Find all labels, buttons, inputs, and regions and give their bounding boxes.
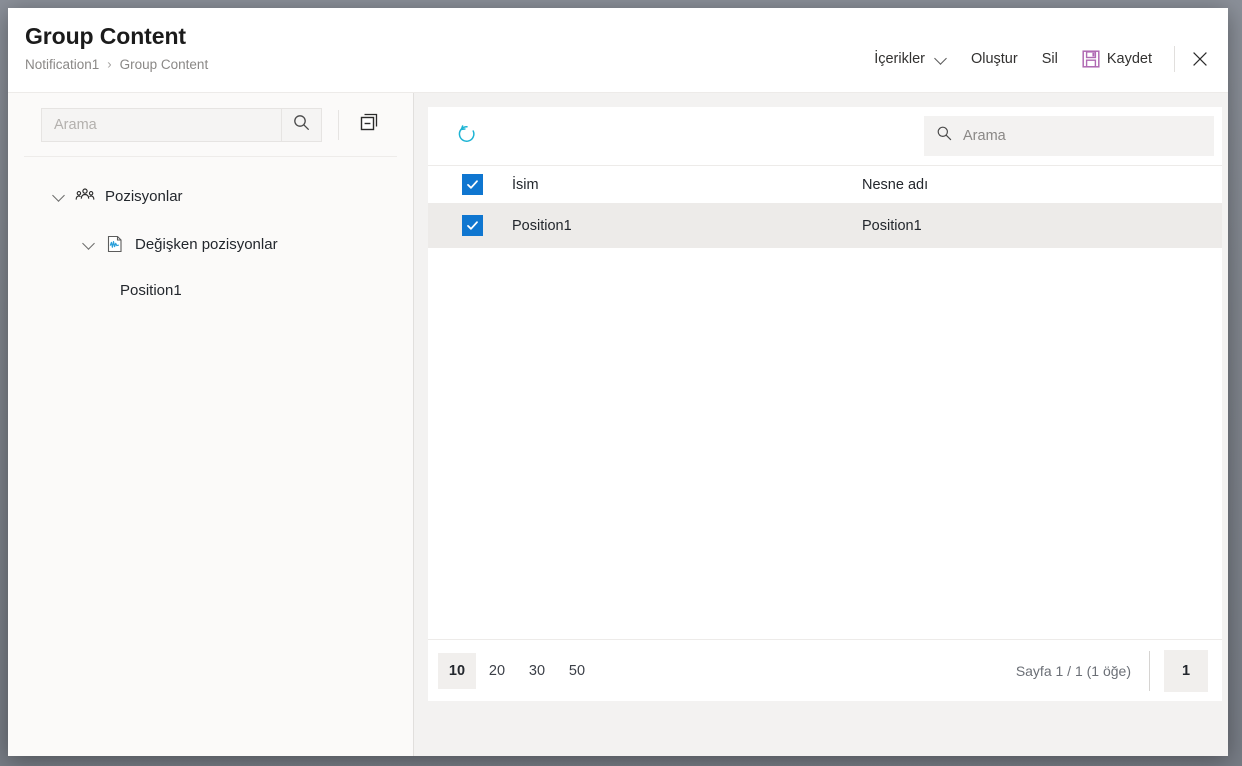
table-empty-space	[428, 248, 1222, 640]
search-icon	[936, 125, 953, 147]
grid-search[interactable]	[924, 116, 1214, 156]
page-size-selector: 10 20 30 50	[438, 653, 596, 689]
sidebar-search-input[interactable]	[42, 109, 281, 141]
select-all-checkbox[interactable]	[462, 174, 483, 195]
chevron-down-icon[interactable]	[50, 187, 68, 205]
sidebar-toolbar-divider	[338, 110, 339, 140]
close-button[interactable]	[1179, 42, 1221, 76]
grid-footer: 10 20 30 50 Sayfa 1 / 1 (1 öğe) 1	[428, 639, 1222, 701]
collapse-all-icon	[358, 111, 380, 138]
sidebar-search-button[interactable]	[281, 109, 321, 141]
page-info-label: Sayfa 1 / 1 (1 öğe)	[1016, 663, 1131, 679]
current-page-button[interactable]: 1	[1164, 650, 1208, 692]
grid-search-input[interactable]	[963, 128, 1202, 144]
dialog-body: Pozisyonlar Değişken pozisyonlar Posit	[8, 92, 1228, 756]
chevron-down-icon	[935, 53, 947, 65]
header-divider	[1174, 46, 1175, 72]
column-header-name[interactable]: İsim	[512, 166, 862, 204]
sidebar-panel: Pozisyonlar Değişken pozisyonlar Posit	[8, 93, 414, 756]
breadcrumb-parent[interactable]: Notification1	[25, 56, 99, 74]
page-size-30[interactable]: 30	[518, 653, 556, 689]
search-icon	[293, 114, 310, 136]
dialog-header: Group Content Notification1 › Group Cont…	[8, 8, 1228, 92]
content-table: İsim Nesne adı	[428, 165, 1222, 248]
collapse-all-button[interactable]	[355, 111, 383, 139]
select-all-cell	[428, 166, 512, 204]
chevron-down-icon[interactable]	[80, 235, 98, 253]
page-size-20[interactable]: 20	[478, 653, 516, 689]
main-panel: İsim Nesne adı	[414, 93, 1228, 756]
grid-toolbar	[428, 107, 1222, 165]
contents-menu-button[interactable]: İçerikler	[862, 46, 959, 72]
page-size-10[interactable]: 10	[438, 653, 476, 689]
tree-item-position1[interactable]: Position1	[8, 273, 413, 307]
create-button[interactable]: Oluştur	[959, 46, 1030, 72]
footer-divider	[1149, 651, 1150, 691]
breadcrumb-separator-icon: ›	[107, 56, 111, 74]
position-tree: Pozisyonlar Değişken pozisyonlar Posit	[8, 157, 413, 756]
refresh-icon	[456, 123, 478, 150]
tree-item-degisken-pozisyonlar[interactable]: Değişken pozisyonlar	[8, 227, 413, 261]
tree-item-label: Değişken pozisyonlar	[135, 236, 278, 253]
waveform-document-icon	[105, 234, 125, 254]
table-body: Position1 Position1	[428, 204, 1222, 248]
row-checkbox[interactable]	[462, 215, 483, 236]
save-button[interactable]: Kaydet	[1070, 45, 1164, 73]
cell-name: Position1	[512, 204, 862, 248]
close-icon	[1192, 51, 1208, 67]
people-group-icon	[75, 186, 95, 206]
delete-button[interactable]: Sil	[1030, 46, 1070, 72]
refresh-button[interactable]	[450, 119, 484, 153]
grid-card: İsim Nesne adı	[428, 107, 1222, 701]
column-header-object-name[interactable]: Nesne adı	[862, 166, 1222, 204]
table-header-row: İsim Nesne adı	[428, 166, 1222, 204]
page-size-50[interactable]: 50	[558, 653, 596, 689]
tree-item-label: Pozisyonlar	[105, 188, 183, 205]
sidebar-search[interactable]	[41, 108, 322, 142]
group-content-dialog: Group Content Notification1 › Group Cont…	[8, 8, 1228, 756]
breadcrumb: Notification1 › Group Content	[25, 56, 208, 74]
row-select-cell	[428, 204, 512, 248]
table-row[interactable]: Position1 Position1	[428, 204, 1222, 248]
contents-menu-label: İçerikler	[874, 51, 925, 67]
create-button-label: Oluştur	[971, 51, 1018, 67]
sidebar-toolbar	[8, 93, 413, 156]
table-header: İsim Nesne adı	[428, 166, 1222, 204]
tree-item-label: Position1	[120, 282, 182, 299]
floppy-disk-icon	[1082, 50, 1100, 68]
breadcrumb-current: Group Content	[120, 56, 209, 74]
cell-object-name: Position1	[862, 204, 1222, 248]
delete-button-label: Sil	[1042, 51, 1058, 67]
pagination-status: Sayfa 1 / 1 (1 öğe) 1	[1016, 650, 1208, 692]
save-button-label: Kaydet	[1107, 51, 1152, 67]
tree-item-pozisyonlar[interactable]: Pozisyonlar	[8, 179, 413, 213]
header-title-block: Group Content Notification1 › Group Cont…	[8, 22, 208, 74]
header-actions: İçerikler Oluştur Sil Kaydet	[862, 42, 1228, 76]
page-title: Group Content	[25, 22, 208, 50]
